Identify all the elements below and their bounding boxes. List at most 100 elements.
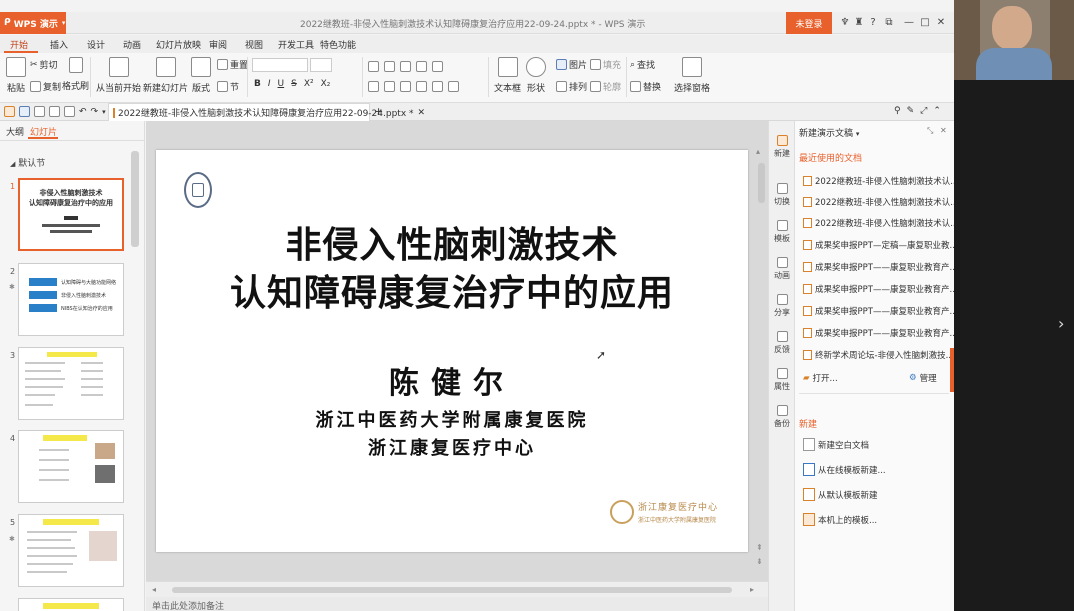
skin-icon[interactable]: ♆ <box>838 16 852 30</box>
shirt-icon[interactable]: ♜ <box>852 16 866 30</box>
export-pdf-icon[interactable] <box>34 106 45 117</box>
section-button[interactable]: 节 <box>217 80 239 93</box>
align-center-icon[interactable] <box>384 81 395 92</box>
new-tab-button[interactable]: + <box>374 105 383 118</box>
tab-developer[interactable]: 开发工具 <box>278 38 314 51</box>
find-button[interactable]: ⌕ 查找 <box>630 58 655 72</box>
slide-thumb-3[interactable] <box>18 347 124 420</box>
minimize-button[interactable]: — <box>902 16 916 30</box>
superscript-icon[interactable]: X² <box>304 79 314 89</box>
notes-bar[interactable]: 单击此处添加备注 <box>146 597 768 611</box>
wps-menu-button[interactable]: ᑭ WPS 演示 ▾ <box>0 12 66 34</box>
slide-thumb-1[interactable]: 非侵入性脑刺激技术 认知障碍康复治疗中的应用 <box>18 178 124 251</box>
font-size-select[interactable] <box>310 58 332 72</box>
open-link[interactable]: ▰ 打开... <box>803 372 838 384</box>
subscript-icon[interactable]: X₂ <box>321 79 331 89</box>
outline-button[interactable]: 轮廓 <box>590 80 621 93</box>
slide-thumb-6[interactable] <box>18 598 124 611</box>
columns-icon[interactable] <box>432 81 443 92</box>
indent-icon[interactable] <box>416 61 427 72</box>
chevron-down-icon[interactable]: ▾ <box>102 108 106 116</box>
tab-insert[interactable]: 插入 <box>50 38 68 51</box>
help-button[interactable]: ? <box>866 16 880 30</box>
recent-doc[interactable]: 2022继教班-非侵入性脑刺激技术认... <box>803 175 954 187</box>
restore-ribbon-icon[interactable]: ⧉ <box>882 16 896 30</box>
recent-doc[interactable]: 2022继教班-非侵入性脑刺激技术认... <box>803 196 954 208</box>
recent-doc[interactable]: 成果奖申报PPT——康复职业教育产... <box>803 261 954 273</box>
current-slide[interactable]: 非侵入性脑刺激技术 认知障碍康复治疗中的应用 陈健尔 浙江中医药大学附属康复医院… <box>156 150 748 552</box>
outdent-icon[interactable] <box>400 61 411 72</box>
side-switch-button[interactable]: 切换 <box>769 183 795 207</box>
notes-placeholder[interactable]: 单击此处添加备注 <box>152 599 224 611</box>
undo-icon[interactable]: ↶ <box>79 107 87 117</box>
shape-button[interactable]: 形状 <box>526 57 546 94</box>
fill-button[interactable]: 填充 <box>590 58 621 71</box>
bold-button[interactable]: B <box>254 79 261 89</box>
italic-button[interactable]: I <box>268 79 271 89</box>
pane-collapse-handle[interactable] <box>950 348 954 392</box>
tab-view[interactable]: 视图 <box>245 38 263 51</box>
slide-thumb-4[interactable] <box>18 430 124 503</box>
next-slide-icon[interactable]: ⇟ <box>756 557 763 566</box>
recent-doc[interactable]: 成果奖申报PPT—定稿—康复职业教... <box>803 239 954 251</box>
close-button[interactable]: ✕ <box>934 16 948 30</box>
section-default[interactable]: ◢ 默认节 <box>10 156 45 169</box>
recent-doc[interactable]: 2022继教班-非侵入性脑刺激技术认... <box>803 217 954 229</box>
reset-button[interactable]: 重置 <box>217 58 248 71</box>
side-template-button[interactable]: 模板 <box>769 220 795 244</box>
tab-animation[interactable]: 动画 <box>123 38 141 51</box>
print-icon[interactable] <box>49 106 60 117</box>
redo-icon[interactable]: ↷ <box>91 107 99 117</box>
save-icon[interactable] <box>19 106 30 117</box>
new-from-default[interactable]: 从默认模板新建 <box>803 488 878 501</box>
recent-doc[interactable]: 成果奖申报PPT——康复职业教育产... <box>803 283 954 295</box>
tab-home[interactable]: 开始 <box>10 38 28 51</box>
slide-thumb-5[interactable] <box>18 514 124 587</box>
picture-button[interactable]: 图片 <box>556 58 587 71</box>
new-from-online[interactable]: 从在线模板新建... <box>803 463 886 476</box>
recent-doc[interactable]: 终新学术周论坛-非侵入性脑刺激技... <box>803 349 954 361</box>
side-properties-button[interactable]: 属性 <box>769 368 795 392</box>
task-pane-title[interactable]: 新建演示文稿 ▾ <box>799 126 859 139</box>
side-animation-button[interactable]: 动画 <box>769 257 795 281</box>
maximize-button[interactable]: □ <box>918 16 932 30</box>
font-name-select[interactable] <box>252 58 308 72</box>
scroll-right-icon[interactable]: ▸ <box>750 585 754 594</box>
strike-button[interactable]: S <box>291 79 297 89</box>
align-left-icon[interactable] <box>368 81 379 92</box>
from-current-button[interactable]: 从当前开始 <box>96 57 141 94</box>
dock-icon[interactable]: ⤡ <box>927 126 933 136</box>
document-tab[interactable]: 2022继教班-非侵入性脑刺激技术认知障碍康复治疗应用22-09-24.pptx… <box>108 103 425 121</box>
new-blank-doc[interactable]: 新建空白文档 <box>803 438 869 451</box>
manage-link[interactable]: ⚙ 管理 <box>909 372 937 384</box>
tab-features[interactable]: 特色功能 <box>320 38 356 51</box>
tab-review[interactable]: 审阅 <box>209 38 227 51</box>
scroll-left-icon[interactable]: ◂ <box>152 585 156 594</box>
side-feedback-button[interactable]: 反馈 <box>769 331 795 355</box>
close-pane-icon[interactable]: ✕ <box>940 126 947 135</box>
copy-button[interactable]: 复制 <box>30 80 61 93</box>
open-icon[interactable] <box>4 106 15 117</box>
pin-icon[interactable]: ⚲ <box>894 106 901 116</box>
login-button[interactable]: 未登录 <box>786 12 832 34</box>
new-slide-button[interactable]: 新建幻灯片 <box>143 57 188 94</box>
direction-icon[interactable] <box>448 81 459 92</box>
arrange-button[interactable]: 排列 <box>556 80 587 93</box>
preview-icon[interactable] <box>64 106 75 117</box>
recent-doc[interactable]: 成果奖申报PPT——康复职业教育产... <box>803 305 954 317</box>
replace-button[interactable]: 替换 <box>630 80 661 93</box>
underline-button[interactable]: U <box>278 79 285 89</box>
tab-outline[interactable]: 大纲 <box>6 125 24 138</box>
numbering-icon[interactable] <box>384 61 395 72</box>
expand-icon[interactable]: ⤢ <box>920 106 927 116</box>
new-from-local[interactable]: 本机上的模板... <box>803 513 877 526</box>
select-pane-button[interactable]: 选择窗格 <box>674 57 710 94</box>
paste-button[interactable]: 粘贴 <box>6 57 26 94</box>
layout-button[interactable]: 版式 <box>191 57 211 94</box>
slide-thumb-2[interactable]: 认知障碍与大脑功能网络 非侵入性脑刺激技术 NIBS在认知治疗的应用 <box>18 263 124 336</box>
canvas-scrollbar[interactable] <box>758 163 765 203</box>
textbox-button[interactable]: 文本框 <box>494 57 521 94</box>
scroll-up-icon[interactable]: ▴ <box>756 147 766 159</box>
cut-button[interactable]: ✂ 剪切 <box>30 58 58 72</box>
side-backup-button[interactable]: 备份 <box>769 405 795 429</box>
